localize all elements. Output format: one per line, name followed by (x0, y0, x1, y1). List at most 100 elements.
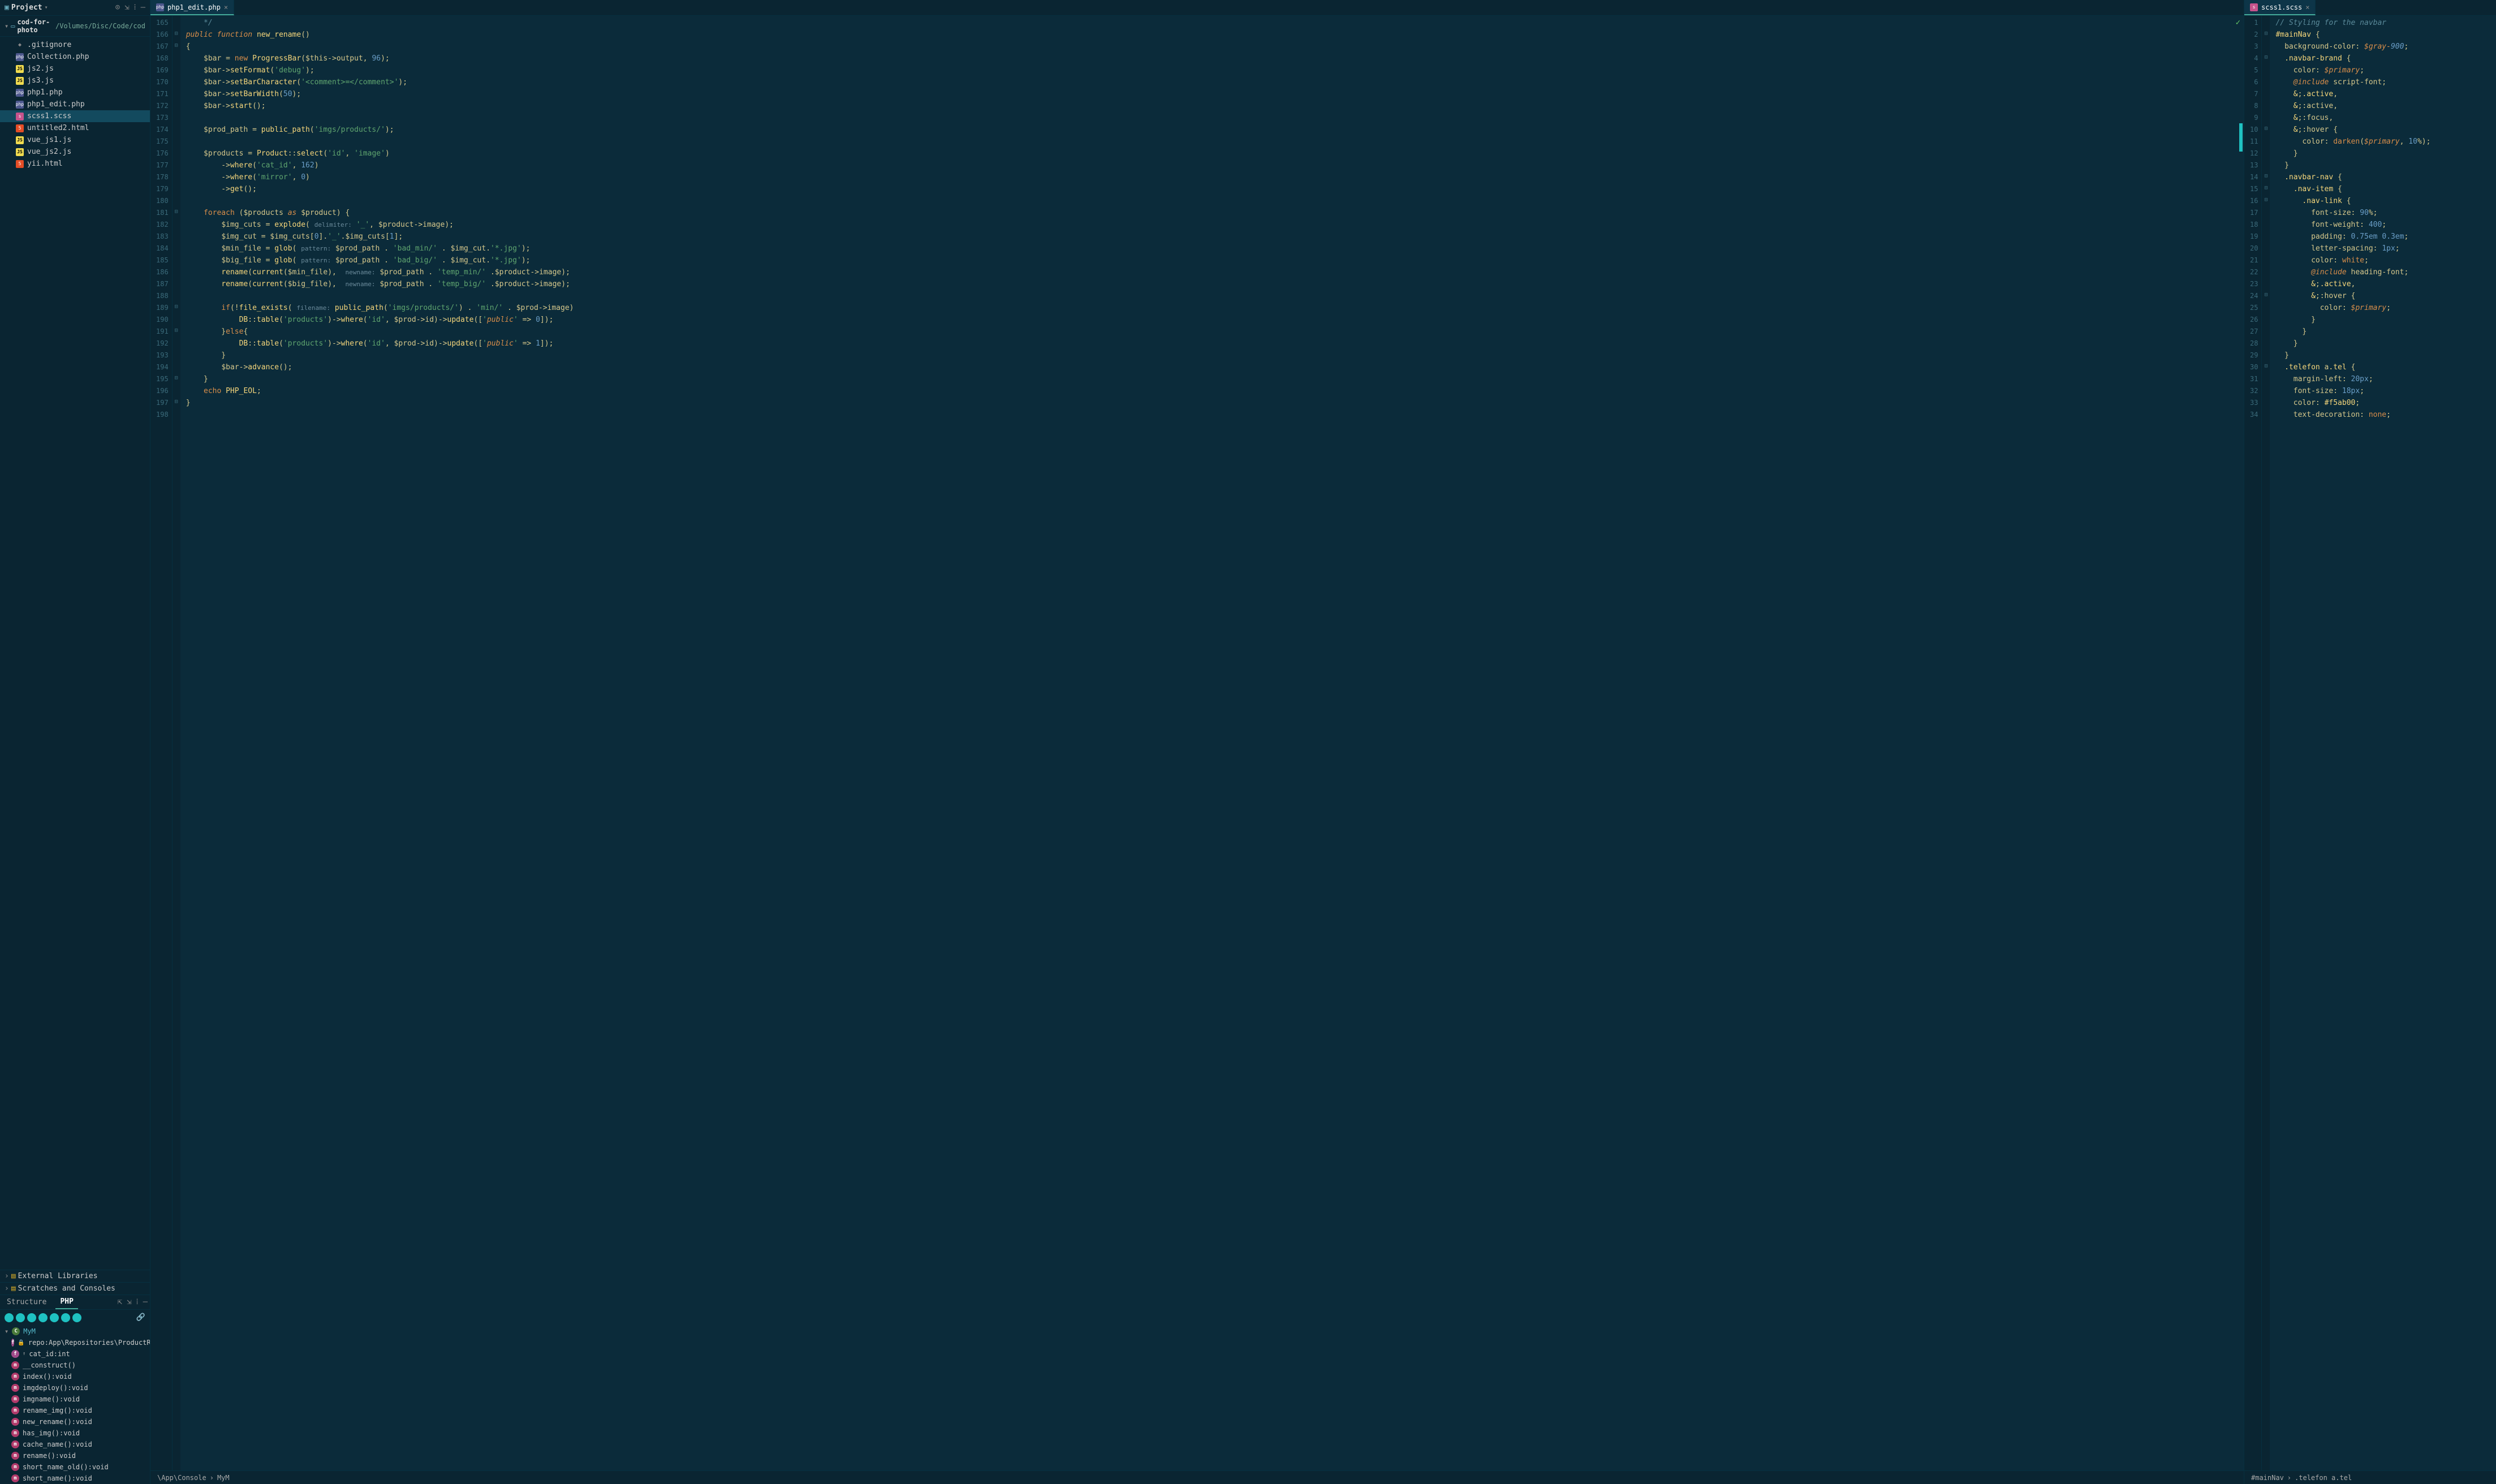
code-line[interactable]: text-decoration: none; (2275, 409, 2490, 421)
fold-marker[interactable] (2262, 253, 2270, 265)
code-line[interactable]: $products = Product::select('id', 'image… (186, 148, 2238, 159)
fold-marker[interactable] (2262, 63, 2270, 75)
code-line[interactable]: color: white; (2275, 254, 2490, 266)
code-line[interactable]: */ (186, 17, 2238, 29)
fold-marker[interactable] (2262, 111, 2270, 123)
fold-marker[interactable]: ⊟ (2262, 123, 2270, 135)
structure-root[interactable]: ▾ C MyM (0, 1326, 150, 1337)
structure-item[interactable]: mrename_img():void (0, 1405, 150, 1416)
fold-marker[interactable] (173, 265, 180, 277)
fold-marker[interactable] (2262, 396, 2270, 408)
expand-icon[interactable]: ⇱ (118, 1297, 122, 1307)
code-line[interactable]: $big_file = glob( pattern: $prod_path . … (186, 254, 2238, 266)
code-line[interactable]: .nav-link { (2275, 195, 2490, 207)
code-line[interactable]: echo PHP_EOL; (186, 385, 2238, 397)
breadcrumb-segment[interactable]: #mainNav (2251, 1474, 2284, 1482)
fold-marker[interactable] (173, 75, 180, 87)
fold-marker[interactable] (2262, 40, 2270, 51)
code-line[interactable]: color: #f5ab00; (2275, 397, 2490, 409)
fold-marker[interactable] (2262, 408, 2270, 420)
code-line[interactable]: rename(current($big_file), newname: $pro… (186, 278, 2238, 290)
code-line[interactable]: $prod_path = public_path('imgs/products/… (186, 124, 2238, 136)
code-line[interactable]: font-size: 90%; (2275, 207, 2490, 219)
fold-marker[interactable]: ⊟ (2262, 28, 2270, 40)
fold-marker[interactable] (173, 289, 180, 301)
fold-marker[interactable]: ⊟ (173, 206, 180, 218)
code-line[interactable]: $bar->setBarWidth(50); (186, 88, 2238, 100)
fold-marker[interactable] (2262, 87, 2270, 99)
code-line[interactable]: } (2275, 338, 2490, 350)
fold-marker[interactable]: ⊟ (173, 28, 180, 40)
structure-item[interactable]: f🔒repo:App\Repositories\ProductRepo (0, 1337, 150, 1348)
fold-marker[interactable] (173, 348, 180, 360)
code-line[interactable]: if(!file_exists( filename: public_path('… (186, 302, 2238, 314)
code-line[interactable]: margin-left: 20px; (2275, 373, 2490, 385)
fold-marker[interactable] (173, 99, 180, 111)
hide-icon[interactable]: — (143, 1297, 148, 1307)
structure-item[interactable]: mrename():void (0, 1450, 150, 1461)
filter-dot[interactable] (16, 1313, 25, 1322)
fold-marker[interactable] (173, 146, 180, 158)
fold-marker[interactable] (173, 170, 180, 182)
structure-item[interactable]: f↑cat_id:int (0, 1348, 150, 1360)
close-icon[interactable]: × (224, 3, 228, 11)
fold-marker[interactable]: ⊟ (2262, 289, 2270, 301)
code-line[interactable] (186, 290, 2238, 302)
filter-dot[interactable] (61, 1313, 70, 1322)
code-line[interactable]: &;.active, (2275, 278, 2490, 290)
fold-marker[interactable]: ⊟ (173, 372, 180, 384)
code-line[interactable]: { (186, 41, 2238, 53)
collapse-icon[interactable]: ⇲ (127, 1297, 131, 1307)
file-item[interactable]: ◆.gitignore (0, 39, 150, 51)
code-line[interactable]: ->where('cat_id', 162) (186, 159, 2238, 171)
code-line[interactable]: .navbar-brand { (2275, 53, 2490, 64)
code-line[interactable] (186, 112, 2238, 124)
code-line[interactable]: DB::table('products')->where('id', $prod… (186, 338, 2238, 350)
code-line[interactable]: ->where('mirror', 0) (186, 171, 2238, 183)
fold-marker[interactable] (173, 111, 180, 123)
file-item[interactable]: phpCollection.php (0, 51, 150, 63)
file-item[interactable]: JSvue_js2.js (0, 146, 150, 158)
fold-marker[interactable] (2262, 135, 2270, 146)
filter-dot[interactable] (72, 1313, 81, 1322)
code-line[interactable]: background-color: $gray-900; (2275, 41, 2490, 53)
code-line[interactable]: }else{ (186, 326, 2238, 338)
file-item[interactable]: JSjs2.js (0, 63, 150, 75)
code-line[interactable]: $bar->start(); (186, 100, 2238, 112)
fold-marker[interactable] (2262, 230, 2270, 241)
fold-marker[interactable] (2262, 99, 2270, 111)
fold-marker[interactable] (2262, 75, 2270, 87)
fold-marker[interactable]: ⊟ (173, 396, 180, 408)
filter-dot[interactable] (50, 1313, 59, 1322)
code-line[interactable]: $bar->advance(); (186, 361, 2238, 373)
file-item[interactable]: JSvue_js1.js (0, 134, 150, 146)
project-root-name[interactable]: cod-for-photo (17, 18, 53, 34)
tab-structure[interactable]: Structure (2, 1296, 51, 1309)
fold-marker[interactable] (2262, 218, 2270, 230)
fold-marker[interactable] (173, 230, 180, 241)
fold-marker[interactable]: ⊟ (173, 325, 180, 337)
code-line[interactable]: &;.active, (2275, 88, 2490, 100)
fold-marker[interactable] (173, 87, 180, 99)
breadcrumb-segment[interactable]: .telefon a.tel (2295, 1474, 2352, 1482)
hide-icon[interactable]: — (141, 3, 145, 12)
fold-marker[interactable] (173, 408, 180, 420)
code-line[interactable]: $bar->setBarCharacter('<comment>=</comme… (186, 76, 2238, 88)
structure-item[interactable]: mimgname():void (0, 1394, 150, 1405)
fold-marker[interactable] (173, 123, 180, 135)
fold-marker[interactable] (2262, 265, 2270, 277)
file-item[interactable]: sscss1.scss (0, 110, 150, 122)
section-header[interactable]: ›▤External Libraries (0, 1270, 150, 1282)
code-line[interactable]: &;:focus, (2275, 112, 2490, 124)
structure-item[interactable]: mhas_img():void (0, 1427, 150, 1439)
code-line[interactable] (186, 195, 2238, 207)
code-line[interactable]: $bar = new ProgressBar($this->output, 96… (186, 53, 2238, 64)
chevron-down-icon[interactable]: ▾ (5, 22, 8, 30)
fold-marker[interactable] (173, 182, 180, 194)
code-line[interactable]: } (186, 350, 2238, 361)
structure-item[interactable]: mnew_rename():void (0, 1416, 150, 1427)
fold-marker[interactable] (2262, 372, 2270, 384)
fold-marker[interactable] (173, 51, 180, 63)
code-line[interactable]: $min_file = glob( pattern: $prod_path . … (186, 243, 2238, 254)
code-line[interactable]: &;:active, (2275, 100, 2490, 112)
